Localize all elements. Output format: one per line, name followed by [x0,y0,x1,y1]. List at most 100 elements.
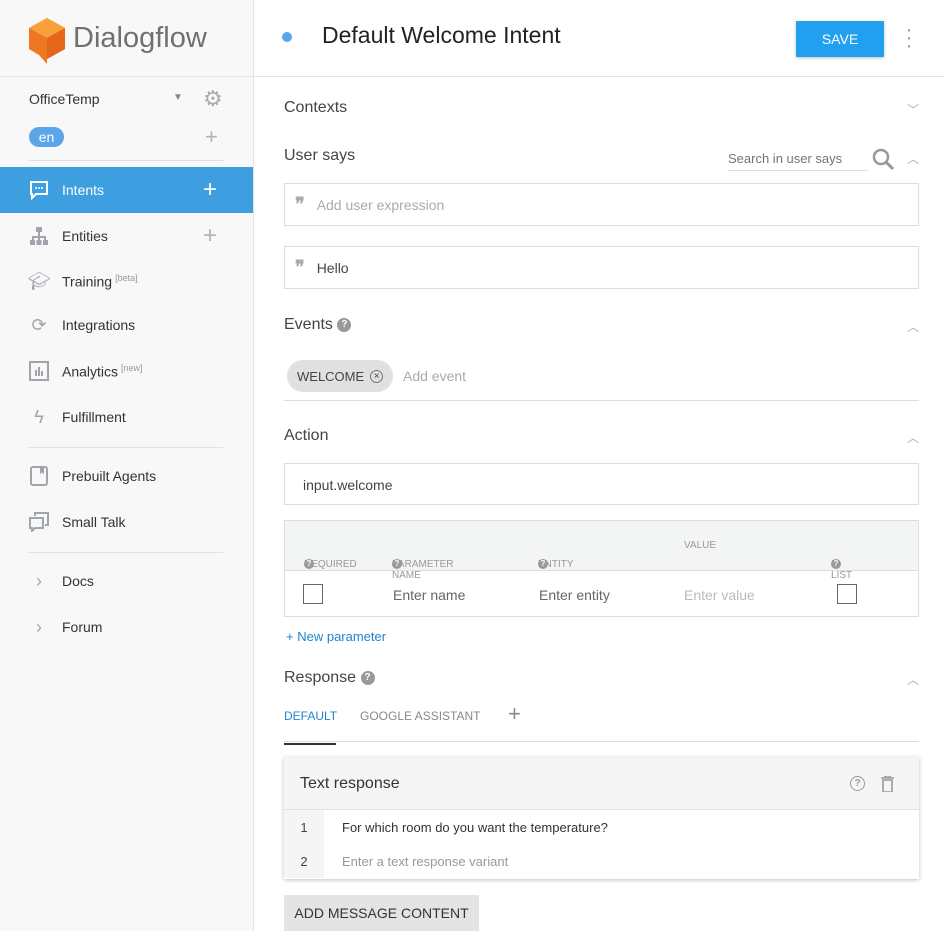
expression-item[interactable]: ❞ Hello [284,246,919,289]
logo[interactable]: Dialogflow [0,0,254,77]
search-user-says-input[interactable] [728,147,868,171]
user-says-title: User says [284,147,356,164]
add-intent-icon[interactable]: + [203,176,217,204]
graduation-cap-icon: 🎓︎ [27,270,51,291]
chat-bubbles-icon [28,511,50,533]
search-icon[interactable] [871,147,895,171]
column-value: VALUE [684,540,717,551]
chevron-right-icon: › [36,570,42,591]
sidebar-item-integrations[interactable]: ⟳ Integrations [0,302,253,348]
table-header: REQUIRED ? PARAMETER NAME ? ENTITY ? VAL… [285,521,918,581]
add-expression-input[interactable]: ❞ Add user expression [284,183,919,226]
tab-google-assistant[interactable]: GOOGLE ASSISTANT [360,709,480,723]
action-title: Action [284,427,329,444]
card-title: Text response [300,775,400,792]
divider [29,552,223,553]
dialogflow-logo-icon [29,18,65,64]
parameter-name-input[interactable]: Enter name [393,587,465,603]
sidebar-item-fulfillment[interactable]: ϟ Fulfillment [0,394,253,440]
sidebar-item-label: Fulfillment [62,409,126,425]
sidebar-item-label: Small Talk [62,514,126,530]
event-chip[interactable]: WELCOME × [287,360,394,392]
remove-chip-icon[interactable]: × [370,369,384,383]
divider [29,160,223,161]
sidebar-item-label: Integrations [62,317,136,333]
sidebar-item-label: Docs [62,573,94,589]
more-options-icon[interactable]: · · · [904,20,914,56]
page-title[interactable]: Default Welcome Intent [322,22,561,49]
sync-icon: ⟳ [31,314,47,335]
chevron-right-icon: › [36,616,42,637]
language-badge[interactable]: en [29,127,64,147]
sidebar-item-training[interactable]: 🎓︎ Training [beta] [0,258,253,304]
text-response-card: Text response ? 1 For which room do you w… [284,757,919,879]
sidebar-item-intents[interactable]: Intents + [0,167,253,213]
add-event-input[interactable]: Add event [403,368,466,384]
quote-icon: ❞ [295,257,305,278]
expression-text: Hello [316,259,349,276]
sidebar-item-small-talk[interactable]: Small Talk [0,499,253,545]
chevron-up-icon[interactable]: ︿ [907,429,919,446]
chat-icon [28,179,50,201]
tab-default[interactable]: DEFAULT [284,709,337,745]
sidebar-item-label: Training [62,273,113,290]
chevron-down-icon[interactable]: ﹀ [907,101,919,118]
chip-label: WELCOME [297,368,365,384]
sidebar-item-label: Prebuilt Agents [62,468,157,484]
response-title: Response ? [284,669,375,687]
response-tabs: DEFAULT GOOGLE ASSISTANT + [284,701,919,745]
add-message-content-button[interactable]: ADD MESSAGE CONTENT [284,895,479,931]
save-button[interactable]: SAVE [796,21,884,57]
add-tab-icon[interactable]: + [508,701,521,727]
contexts-title[interactable]: Contexts [284,99,347,117]
divider [284,400,919,401]
response-text[interactable]: For which room do you want the temperatu… [342,820,608,835]
sidebar-item-entities[interactable]: Entities + [0,213,253,259]
value-input[interactable]: Enter value [684,587,755,603]
trash-icon[interactable] [881,776,894,792]
sidebar-item-prebuilt-agents[interactable]: Prebuilt Agents [0,453,253,499]
sidebar-item-label: Entities [62,228,108,244]
dropdown-arrow-icon[interactable]: ▼ [173,92,183,103]
sidebar-item-label: Intents [62,182,105,198]
help-icon: ? [337,317,352,332]
action-input[interactable]: input.welcome [284,463,919,505]
response-row[interactable]: 1 For which room do you want the temperat… [284,810,919,844]
events-title: Events ? [284,316,352,334]
response-variant-input[interactable]: Enter a text response variant [342,854,508,869]
header: Default Welcome Intent SAVE · · · [254,0,944,77]
placeholder: Add user expression [316,196,445,213]
new-parameter-link[interactable]: + New parameter [286,629,386,644]
bar-chart-icon [28,360,50,382]
sidebar-item-label: Forum [62,619,103,635]
chevron-up-icon[interactable]: ︿ [907,150,919,167]
divider [29,447,223,448]
sidebar: Dialogflow OfficeTemp ▼ ⚙ en + Intents +… [0,0,254,931]
gear-icon[interactable]: ⚙ [203,86,223,112]
status-dot [282,32,292,42]
row-number: 2 [284,844,324,878]
hierarchy-icon [28,225,50,247]
parameters-table: REQUIRED ? PARAMETER NAME ? ENTITY ? VAL… [284,520,919,617]
required-checkbox[interactable] [303,584,323,604]
new-badge: [new] [121,362,143,373]
sidebar-item-label: Analytics [62,363,119,380]
sidebar-item-forum[interactable]: › Forum [0,604,253,650]
sidebar-item-analytics[interactable]: Analytics [new] [0,348,253,394]
response-row[interactable]: 2 Enter a text response variant [284,844,919,878]
chevron-up-icon[interactable]: ︿ [907,318,919,335]
agent-selector[interactable]: OfficeTemp [29,91,100,107]
is-list-checkbox[interactable] [837,584,857,604]
entity-input[interactable]: Enter entity [539,587,610,603]
help-icon[interactable]: ? [850,776,865,791]
brand-name: Dialogflow [73,22,207,54]
card-header: Text response ? [284,757,919,810]
add-language-icon[interactable]: + [205,124,218,150]
sidebar-item-docs[interactable]: › Docs [0,558,253,604]
add-entity-icon[interactable]: + [203,222,217,250]
chevron-up-icon[interactable]: ︿ [907,671,919,688]
row-number: 1 [284,810,324,844]
bolt-icon: ϟ [34,406,44,427]
beta-badge: [beta] [115,272,138,283]
quote-icon: ❞ [295,194,305,215]
